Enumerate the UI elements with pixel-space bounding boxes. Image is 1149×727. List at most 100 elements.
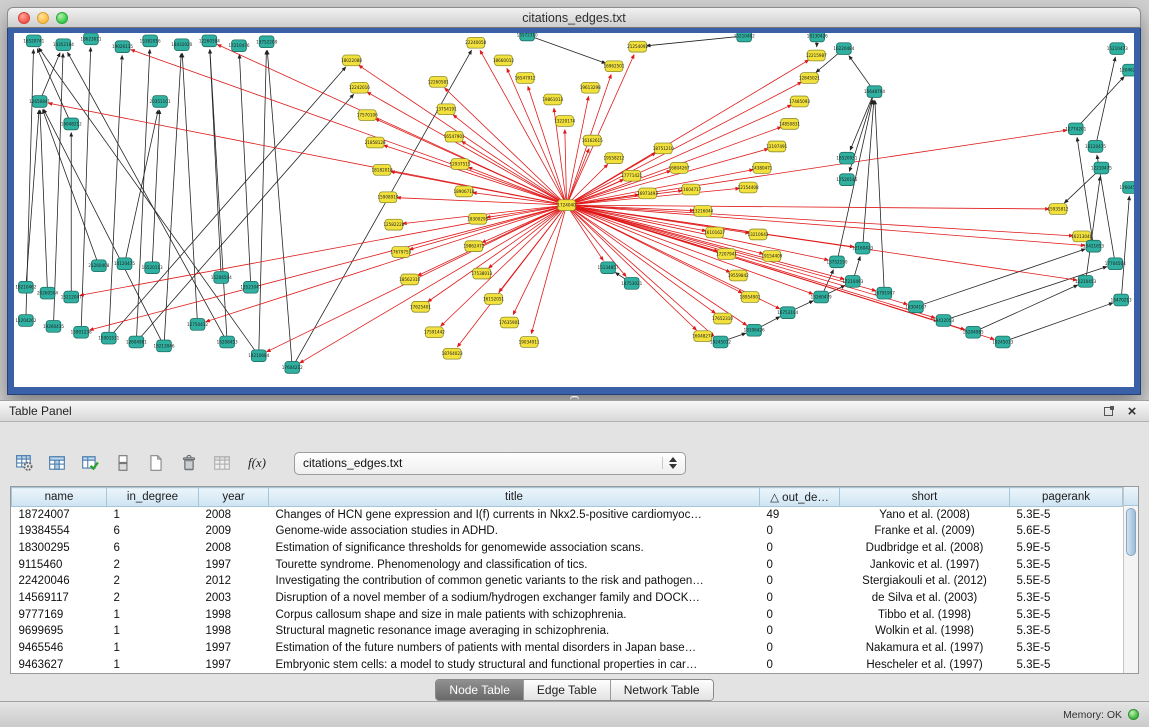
network-node[interactable]: 17570106 (357, 110, 378, 121)
network-node[interactable]: 12210453 (1075, 276, 1096, 288)
network-node[interactable]: 16048212 (61, 118, 82, 130)
network-node[interactable]: 16804267 (669, 163, 690, 174)
network-node[interactable]: 12210475 (1091, 162, 1112, 174)
network-node[interactable]: 13572310 (517, 33, 538, 41)
network-node[interactable]: 19558212 (603, 153, 624, 164)
network-node[interactable]: 18431020 (171, 39, 192, 51)
network-node[interactable]: 10421653 (1083, 240, 1104, 252)
network-node[interactable]: 17704504 (1105, 258, 1126, 270)
network-node[interactable]: 13210642 (748, 229, 769, 240)
network-node[interactable]: 16791907 (874, 287, 895, 299)
network-node[interactable]: 16648794 (864, 86, 885, 98)
network-node[interactable]: 15210462 (734, 33, 755, 42)
network-node[interactable]: 13216044 (692, 206, 713, 217)
network-node[interactable]: 17538013 (471, 268, 492, 279)
network-node[interactable]: 15901531 (98, 332, 119, 344)
network-node[interactable]: 17679753 (390, 247, 411, 258)
network-node[interactable]: 15206504 (211, 272, 232, 284)
network-node[interactable]: 16470213 (1111, 294, 1132, 306)
network-node[interactable]: 16520113 (142, 262, 163, 274)
network-node[interactable]: 21254092 (627, 41, 648, 52)
network-node[interactable]: 16204985 (963, 326, 984, 338)
network-node[interactable]: 18210462 (15, 281, 36, 293)
network-node[interactable]: 14210684 (248, 350, 269, 362)
network-node[interactable]: 15210473 (1107, 43, 1128, 55)
network-node[interactable]: 15935812 (1048, 204, 1069, 215)
table-row[interactable]: 946554611997Estimation of the future num… (12, 640, 1123, 657)
network-node[interactable]: 18300295 (467, 213, 488, 224)
network-node[interactable]: 17591442 (424, 327, 445, 338)
float-icon[interactable] (1100, 404, 1116, 419)
table-row[interactable]: 969969511998Structural magnetic resonanc… (12, 623, 1123, 640)
network-node[interactable]: 19862471 (463, 241, 484, 252)
column-header-year[interactable]: year (199, 488, 269, 507)
network-node[interactable]: 17652310 (712, 313, 733, 324)
column-header-pagerank[interactable]: pagerank (1010, 488, 1123, 507)
network-node[interactable]: 18751210 (653, 143, 674, 154)
network-node[interactable]: 20260504 (37, 287, 58, 299)
network-node[interactable]: 15908919 (377, 192, 398, 203)
tab-node-table[interactable]: Node Table (436, 680, 523, 700)
rows-icon[interactable] (109, 450, 137, 476)
network-node[interactable]: 18764023 (442, 348, 463, 359)
network-node[interactable]: 22240058 (465, 37, 486, 48)
network-node[interactable]: 12582228 (383, 219, 404, 230)
network-node[interactable]: 16101627 (704, 227, 725, 238)
network-node[interactable]: 19154409 (761, 251, 782, 262)
network-node[interactable]: 12845021 (799, 73, 820, 84)
tab-edge-table[interactable]: Edge Table (523, 680, 610, 700)
network-node[interactable]: 20351101 (150, 96, 171, 108)
network-node[interactable]: 19412053 (933, 315, 954, 327)
network-node[interactable]: 11604717 (680, 184, 701, 195)
network-node[interactable]: 17207941 (716, 249, 737, 260)
network-node[interactable]: 18623011 (80, 33, 101, 45)
function-builder-button[interactable]: f(x) (241, 450, 273, 476)
close-icon[interactable]: × (1124, 404, 1140, 419)
network-window-titlebar[interactable]: citations_edges.txt (7, 7, 1141, 28)
network-node[interactable]: 17771421 (621, 170, 642, 181)
network-node[interactable]: 18906718 (453, 186, 474, 197)
network-node[interactable]: 12650841 (29, 96, 50, 108)
table-select[interactable]: citations_edges.txt (294, 452, 686, 475)
network-node[interactable]: 16973493 (637, 188, 658, 199)
network-node[interactable]: 14380471 (751, 163, 772, 174)
column-header-name[interactable]: name (12, 488, 107, 507)
network-node[interactable]: 17210493 (842, 276, 863, 288)
network-node[interactable]: 18660012 (493, 55, 514, 66)
network-node[interactable]: 11204262 (15, 315, 36, 327)
network-node[interactable]: 15382016 (140, 35, 161, 47)
network-node[interactable]: 19559842 (728, 270, 749, 281)
network-node[interactable]: 19861013 (542, 94, 563, 105)
network-node[interactable]: 12242016 (349, 82, 370, 93)
network-node[interactable]: 12260581 (428, 77, 449, 88)
trash-icon[interactable] (175, 450, 203, 476)
network-node[interactable]: 12774201 (1065, 123, 1086, 135)
network-node[interactable]: 13220174 (554, 116, 575, 127)
network-node[interactable]: 21858128 (365, 137, 386, 148)
table-row[interactable]: 1456911722003Disruption of a novel membe… (12, 590, 1123, 607)
zoom-button[interactable] (56, 12, 68, 24)
column-header-short[interactable]: short (840, 488, 1010, 507)
network-node[interactable]: 17604212 (282, 362, 303, 374)
table-columns-icon[interactable] (43, 450, 71, 476)
network-node[interactable]: 12046218 (1120, 64, 1134, 76)
tab-network-table[interactable]: Network Table (610, 680, 713, 700)
network-node[interactable]: 17210476 (228, 40, 249, 52)
network-node[interactable]: 15212047 (61, 291, 82, 303)
network-node[interactable]: 16152051 (483, 294, 504, 305)
network-node[interactable]: 12215987 (806, 50, 827, 61)
network-node[interactable]: 16962501 (603, 61, 624, 72)
table-row[interactable]: 946362711997Embryonic stem cells: a mode… (12, 656, 1123, 673)
network-node[interactable]: 18213046 (153, 340, 174, 352)
network-node[interactable]: 16547901 (444, 131, 465, 142)
network-node[interactable]: 13752208 (256, 36, 277, 48)
minimize-button[interactable] (37, 12, 49, 24)
network-node[interactable]: 18022088 (341, 55, 362, 66)
column-header-out_degree[interactable]: △ out_de… (760, 488, 840, 507)
table-row[interactable]: 1872400712008Changes of HCN gene express… (12, 507, 1123, 524)
network-node[interactable]: 16208453 (217, 336, 238, 348)
network-node[interactable]: 19245012 (710, 336, 731, 348)
network-node[interactable]: 18562310 (399, 274, 420, 285)
table-row[interactable]: 1938455462009Genome-wide association stu… (12, 523, 1123, 540)
column-header-in_degree[interactable]: in_degree (107, 488, 199, 507)
